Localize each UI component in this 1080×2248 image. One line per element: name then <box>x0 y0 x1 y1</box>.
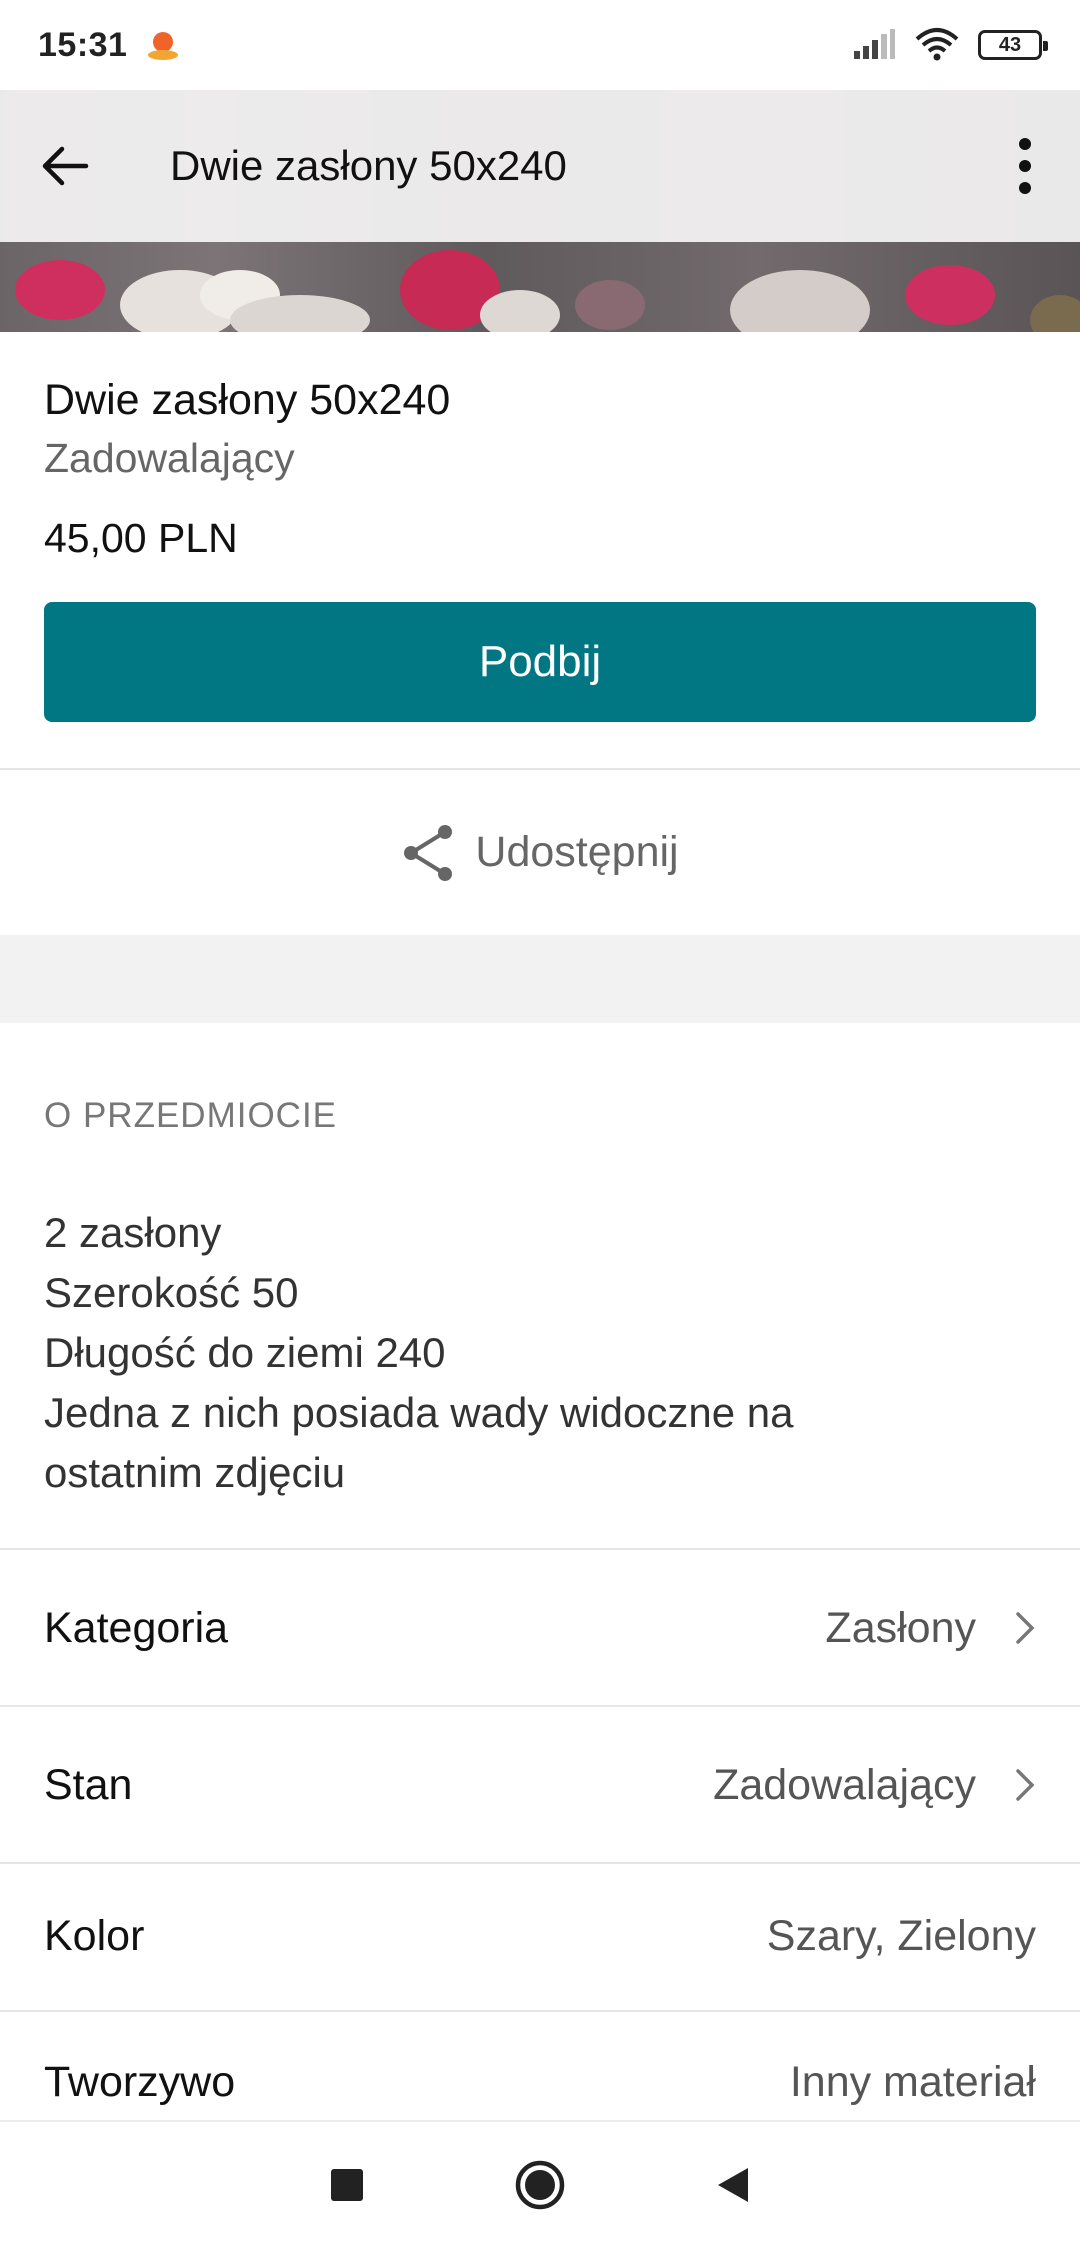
item-price: 45,00 PLN <box>44 515 238 561</box>
home-icon[interactable] <box>514 2159 566 2211</box>
chevron-right-icon <box>976 1610 1036 1646</box>
share-label: Udostępnij <box>475 828 679 876</box>
item-condition: Zadowalający <box>44 435 295 481</box>
attribute-row-category[interactable]: Kategoria Zasłony <box>0 1550 1080 1706</box>
screen: 15:31 43 Dwie zasłony 50x240 Dwie zasłon… <box>0 0 1080 2248</box>
chevron-right-icon <box>976 1767 1036 1803</box>
description-line: Szerokość 50 <box>44 1269 299 1316</box>
arrow-left-icon <box>42 146 89 186</box>
top-app-bar: Dwie zasłony 50x240 <box>0 90 1080 242</box>
description-line: Jedna z nich posiada wady widoczne na <box>44 1389 794 1436</box>
attribute-value: Szary, Zielony <box>766 1911 1036 1960</box>
wifi-icon <box>915 28 959 61</box>
status-bar: 15:31 43 <box>0 0 1080 90</box>
status-time: 15:31 <box>38 25 128 64</box>
description-line: ostatnim zdjęciu <box>44 1449 346 1496</box>
back-button[interactable] <box>0 90 130 242</box>
page-title: Dwie zasłony 50x240 <box>170 142 567 189</box>
battery-level: 43 <box>998 33 1022 56</box>
attribute-label: Stan <box>44 1760 133 1809</box>
recent-apps-icon[interactable] <box>330 2168 364 2202</box>
more-options-button[interactable] <box>970 90 1080 242</box>
status-icons: 43 <box>852 27 1048 63</box>
back-triangle-icon[interactable] <box>716 2166 750 2204</box>
notification-app-icon <box>148 32 179 60</box>
attribute-label: Kategoria <box>44 1603 229 1652</box>
more-vertical-icon <box>1019 138 1031 194</box>
share-icon <box>404 824 453 881</box>
system-nav-bar <box>0 2120 1080 2248</box>
item-title: Dwie zasłony 50x240 <box>44 376 451 424</box>
section-heading: O PRZEDMIOCIE <box>44 1096 338 1135</box>
attribute-row-color: Kolor Szary, Zielony <box>0 1862 1080 2010</box>
attribute-value: Inny materiał <box>789 2057 1036 2106</box>
attribute-value: Zasłony <box>825 1603 976 1652</box>
bump-button[interactable]: Podbij <box>44 602 1036 722</box>
item-description: 2 zasłony Szerokość 50 Długość do ziemi … <box>44 1203 1034 1503</box>
attribute-label: Kolor <box>44 1911 145 1960</box>
description-line: 2 zasłony <box>44 1209 222 1256</box>
attribute-row-condition[interactable]: Stan Zadowalający <box>0 1707 1080 1863</box>
attribute-value: Zadowalający <box>713 1760 976 1809</box>
signal-icon <box>854 29 895 59</box>
share-button[interactable]: Udostępnij <box>0 770 1080 935</box>
battery-icon: 43 <box>978 30 1048 60</box>
section-separator <box>0 935 1080 1023</box>
description-line: Długość do ziemi 240 <box>44 1329 446 1376</box>
attribute-label: Tworzywo <box>44 2057 236 2106</box>
